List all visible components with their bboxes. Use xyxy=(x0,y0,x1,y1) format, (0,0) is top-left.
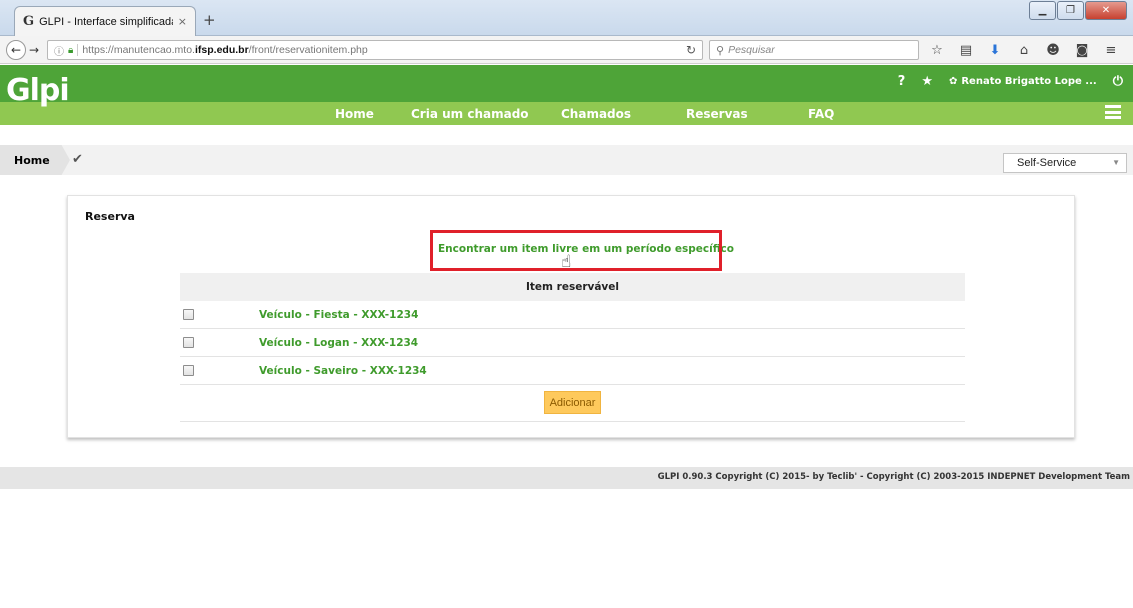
close-tab-icon[interactable]: × xyxy=(178,15,187,28)
search-placeholder: Pesquisar xyxy=(728,44,775,56)
reservation-panel: Reserva Encontrar um item livre em um pe… xyxy=(67,195,1075,438)
star-icon[interactable]: ☆ xyxy=(928,41,946,59)
user-menu[interactable]: ✿ Renato Brigatto Lope ... xyxy=(949,76,1097,87)
lock-icon: 🔒︎ xyxy=(68,44,74,56)
menu-chamados[interactable]: Chamados xyxy=(561,107,631,121)
browser-navbar: ← → ⓘ 🔒︎ https://manutencao.mto.ifsp.edu… xyxy=(0,36,1133,64)
footer-copyright: GLPI 0.90.3 Copyright (C) 2015- by Tecli… xyxy=(657,472,1130,482)
panel-title: Reserva xyxy=(85,210,135,223)
profile-select[interactable]: Self-Service ▼ xyxy=(1003,153,1127,173)
table-row: Veículo - Saveiro - XXX-1234 xyxy=(180,357,965,385)
url-separator xyxy=(77,44,79,56)
window-titlebar: G GLPI - Interface simplificada × + ▁ ❐ … xyxy=(0,0,1133,36)
url-text[interactable]: https://manutencao.mto.ifsp.edu.br/front… xyxy=(82,44,367,56)
search-input[interactable]: ⚲ Pesquisar xyxy=(709,40,919,60)
menu-cria-chamado[interactable]: Cria um chamado xyxy=(411,107,529,121)
pocket-icon[interactable]: ◙ xyxy=(1073,41,1091,59)
download-icon[interactable]: ⬇ xyxy=(986,41,1004,59)
table-actions-row: Adicionar xyxy=(180,385,965,422)
chevron-down-icon: ▼ xyxy=(1112,158,1120,167)
menu-reservas[interactable]: Reservas xyxy=(686,107,748,121)
help-icon[interactable]: ? xyxy=(898,74,906,89)
glpi-logo[interactable]: Glpi xyxy=(6,74,70,108)
item-link[interactable]: Veículo - Fiesta - XXX-1234 xyxy=(259,309,418,321)
item-checkbox[interactable] xyxy=(183,337,194,348)
tab-title: GLPI - Interface simplificada xyxy=(39,15,173,28)
header-actions: ? ★ ✿ Renato Brigatto Lope ... ⏻ xyxy=(898,74,1123,89)
user-name: Renato Brigatto Lope ... xyxy=(961,76,1097,87)
item-checkbox[interactable] xyxy=(183,365,194,376)
info-icon[interactable]: ⓘ xyxy=(54,43,64,58)
close-window-icon[interactable]: ✕ xyxy=(1085,1,1127,20)
breadcrumb-home[interactable]: Home xyxy=(0,145,70,175)
gear-icon: ✿ xyxy=(948,76,958,87)
url-bar[interactable]: ⓘ 🔒︎ https://manutencao.mto.ifsp.edu.br/… xyxy=(47,40,703,60)
profile-select-value: Self-Service xyxy=(1017,157,1077,169)
glpi-favicon-icon: G xyxy=(23,14,35,29)
menu-faq[interactable]: FAQ xyxy=(808,107,834,121)
reading-list-icon[interactable]: ▤ xyxy=(957,41,975,59)
search-icon: ⚲ xyxy=(716,43,725,57)
new-tab-button[interactable]: + xyxy=(203,13,216,28)
highlight-annotation xyxy=(430,230,722,271)
reservation-icon[interactable]: ✔ xyxy=(72,152,83,167)
reload-icon[interactable]: ↻ xyxy=(686,43,696,57)
table-row: Veículo - Fiesta - XXX-1234 xyxy=(180,301,965,329)
favorite-star-icon[interactable]: ★ xyxy=(921,74,933,89)
table-row: Veículo - Logan - XXX-1234 xyxy=(180,329,965,357)
browser-tab[interactable]: G GLPI - Interface simplificada × xyxy=(14,6,196,36)
page-footer: GLPI 0.90.3 Copyright (C) 2015- by Tecli… xyxy=(0,467,1133,489)
menu-home[interactable]: Home xyxy=(335,107,374,121)
back-icon[interactable]: ← xyxy=(6,40,26,60)
maximize-icon[interactable]: ❐ xyxy=(1057,1,1084,20)
chat-icon[interactable]: ☻ xyxy=(1044,41,1062,59)
forward-icon[interactable]: → xyxy=(27,41,41,59)
minimize-icon[interactable]: ▁ xyxy=(1029,1,1056,20)
item-checkbox[interactable] xyxy=(183,309,194,320)
window-controls: ▁ ❐ ✕ xyxy=(1029,1,1127,20)
reservable-items-table: Item reservável Veículo - Fiesta - XXX-1… xyxy=(180,273,965,422)
hand-cursor-icon: ☝ xyxy=(561,252,572,272)
item-link[interactable]: Veículo - Saveiro - XXX-1234 xyxy=(259,365,427,377)
logout-icon[interactable]: ⏻ xyxy=(1113,74,1123,89)
breadcrumb-bar: Home ✔ Self-Service ▼ xyxy=(0,145,1133,175)
menu-icon[interactable]: ≡ xyxy=(1102,41,1120,59)
item-link[interactable]: Veículo - Logan - XXX-1234 xyxy=(259,337,418,349)
table-header: Item reservável xyxy=(180,273,965,301)
hamburger-menu-icon[interactable] xyxy=(1105,105,1121,119)
browser-toolbar: ☆ ▤ ⬇ ⌂ ☻ ◙ ≡ xyxy=(928,41,1120,59)
home-icon[interactable]: ⌂ xyxy=(1015,41,1033,59)
add-button[interactable]: Adicionar xyxy=(544,391,601,414)
